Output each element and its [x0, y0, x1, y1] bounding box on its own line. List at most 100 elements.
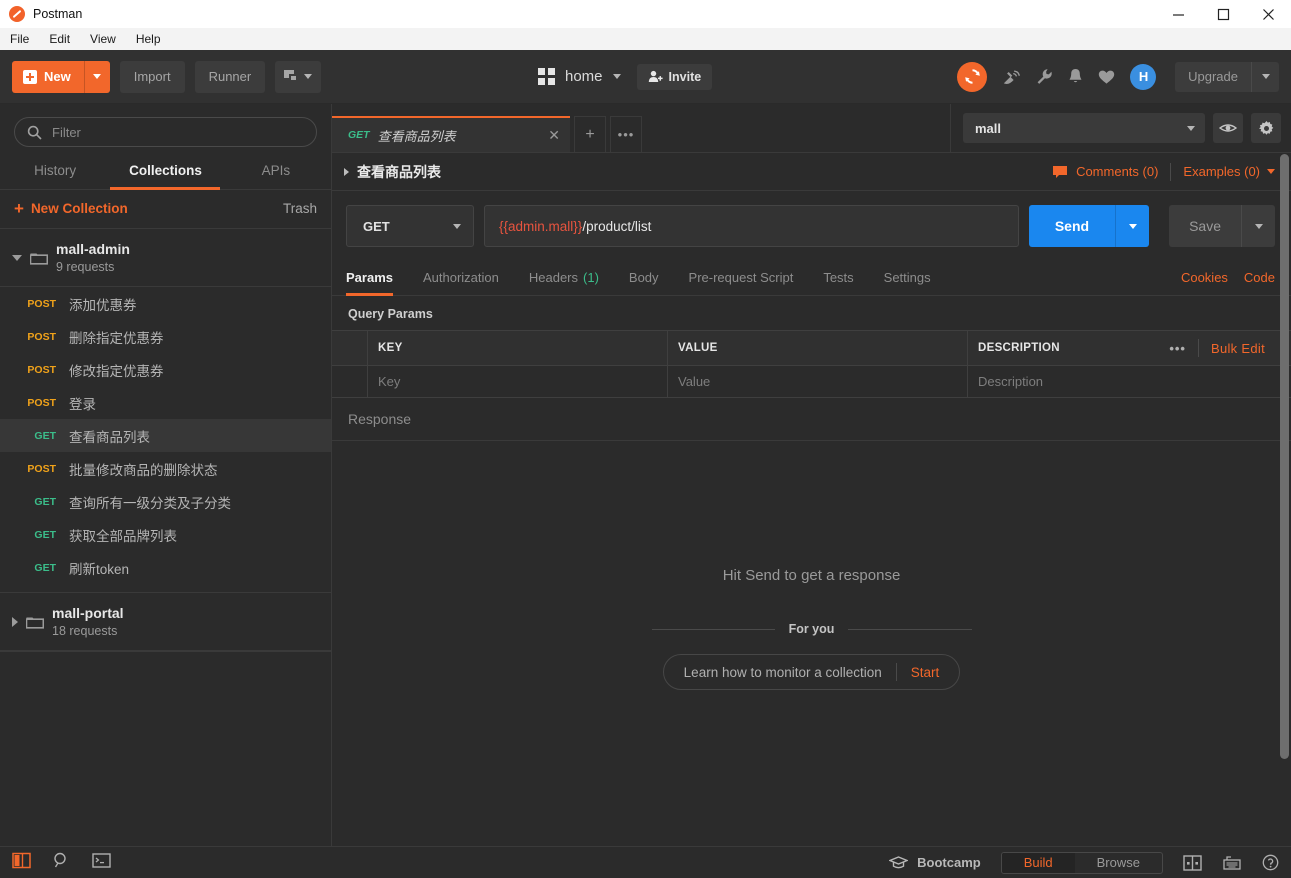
list-item[interactable]: POST 修改指定优惠券 — [0, 353, 331, 386]
send-dropdown[interactable] — [1115, 205, 1150, 247]
list-item[interactable]: POST 登录 — [0, 386, 331, 419]
menu-file[interactable]: File — [8, 31, 31, 47]
divider — [1197, 339, 1199, 357]
environment-selector[interactable]: mall — [963, 113, 1205, 143]
tab-label: 查看商品列表 — [377, 128, 456, 144]
collection-header-mall-portal[interactable]: mall-portal 18 requests — [0, 592, 331, 651]
workspace-label[interactable]: home — [565, 68, 603, 85]
plus-icon[interactable]: + — [574, 116, 606, 152]
ellipsis-icon[interactable]: ••• — [610, 116, 642, 152]
request-list-mall-admin: POST 添加优惠券 POST 删除指定优惠券 POST 修改指定优惠券 POS… — [0, 287, 331, 584]
value-input[interactable]: Value — [668, 366, 968, 397]
heart-icon[interactable] — [1098, 69, 1115, 85]
avatar[interactable]: H — [1130, 63, 1157, 90]
close-icon[interactable]: ✕ — [548, 127, 560, 144]
menu-view[interactable]: View — [88, 31, 118, 47]
list-item[interactable]: POST 批量修改商品的删除状态 — [0, 452, 331, 485]
new-window-button[interactable] — [275, 60, 322, 93]
scrollbar-thumb[interactable] — [1280, 154, 1289, 759]
request-tab-active[interactable]: GET 查看商品列表 ✕ — [332, 116, 570, 152]
build-tab[interactable]: Build — [1001, 852, 1075, 873]
tab-headers[interactable]: Headers (1) — [529, 260, 599, 295]
environment-quick-look-button[interactable] — [1213, 113, 1243, 143]
chevron-down-icon — [304, 74, 313, 79]
vertical-scrollbar[interactable] — [1280, 154, 1289, 844]
invite-button[interactable]: Invite — [636, 63, 713, 90]
chevron-down-icon[interactable] — [612, 74, 621, 79]
description-input[interactable]: Description — [968, 366, 1291, 397]
chevron-down-icon — [93, 74, 102, 79]
save-dropdown[interactable] — [1241, 205, 1275, 247]
search-icon[interactable] — [53, 852, 70, 874]
cookies-link[interactable]: Cookies — [1181, 270, 1228, 285]
column-header-value: VALUE — [668, 331, 968, 365]
collection-header-mall-admin[interactable]: mall-admin 9 requests — [0, 229, 331, 287]
tab-tests[interactable]: Tests — [823, 260, 853, 295]
two-pane-icon[interactable] — [1183, 854, 1202, 871]
bell-icon[interactable] — [1068, 68, 1083, 85]
chevron-down-icon[interactable] — [12, 254, 22, 261]
browse-tab[interactable]: Browse — [1075, 853, 1162, 873]
for-you-label: For you — [788, 622, 835, 636]
satellite-dish-icon[interactable] — [1002, 68, 1021, 85]
sidebar-tab-apis[interactable]: APIs — [221, 157, 331, 189]
workspace-selector-group: home Invite — [538, 63, 713, 90]
help-icon[interactable] — [1262, 854, 1279, 871]
import-button[interactable]: Import — [119, 60, 185, 93]
method-selector[interactable]: GET — [346, 205, 474, 247]
tab-settings[interactable]: Settings — [884, 260, 931, 295]
console-icon[interactable] — [92, 852, 111, 873]
row-checkbox-cell[interactable] — [332, 366, 368, 397]
close-icon[interactable] — [1246, 0, 1291, 28]
list-item[interactable]: POST 删除指定优惠券 — [0, 320, 331, 353]
minimize-icon[interactable] — [1156, 0, 1201, 28]
url-input[interactable]: {{admin.mall}}/product/list — [484, 205, 1019, 247]
sync-icon[interactable] — [957, 61, 988, 92]
new-collection-button[interactable]: + New Collection — [14, 200, 128, 217]
bulk-edit-link[interactable]: Bulk Edit — [1211, 341, 1265, 356]
request-meta-actions: Comments (0) Examples (0) — [1052, 162, 1275, 181]
menu-help[interactable]: Help — [134, 31, 163, 47]
bootcamp-button[interactable]: Bootcamp — [889, 855, 981, 870]
send-button[interactable]: Send — [1028, 205, 1116, 247]
tab-authorization[interactable]: Authorization — [423, 260, 499, 295]
settings-button[interactable] — [1251, 113, 1281, 143]
sidebar-tab-history[interactable]: History — [0, 157, 110, 189]
request-tabs-right: Cookies Code — [1181, 270, 1275, 285]
tab-pre-request-script[interactable]: Pre-request Script — [689, 260, 794, 295]
learn-monitor-card[interactable]: Learn how to monitor a collection Start — [662, 654, 961, 690]
list-item-selected[interactable]: GET 查看商品列表 — [0, 419, 331, 452]
sidebar-tab-collections[interactable]: Collections — [110, 157, 220, 189]
ellipsis-icon[interactable]: ••• — [1169, 341, 1186, 356]
tab-label: Authorization — [422, 270, 499, 285]
start-link[interactable]: Start — [897, 665, 954, 680]
upgrade-button[interactable]: Upgrade — [1175, 61, 1279, 92]
comments-button[interactable]: Comments (0) — [1052, 164, 1158, 179]
chevron-down-icon — [1267, 169, 1275, 174]
tab-params[interactable]: Params — [346, 260, 393, 296]
list-item[interactable]: GET 刷新token — [0, 551, 331, 584]
code-link[interactable]: Code — [1244, 270, 1275, 285]
save-button[interactable]: Save — [1169, 205, 1241, 247]
upgrade-dropdown[interactable] — [1251, 61, 1279, 92]
sidebar-toggle-icon[interactable] — [12, 852, 31, 874]
new-button[interactable]: New — [12, 60, 110, 93]
trash-button[interactable]: Trash — [283, 201, 317, 216]
keyboard-icon[interactable] — [1222, 855, 1242, 871]
tab-body[interactable]: Body — [629, 260, 659, 295]
list-item[interactable]: GET 获取全部品牌列表 — [0, 518, 331, 551]
key-input[interactable]: Key — [368, 366, 668, 397]
search-input[interactable]: Filter — [14, 117, 317, 147]
select-all-cell[interactable] — [332, 331, 368, 365]
chevron-right-icon[interactable] — [12, 616, 18, 627]
list-item[interactable]: POST 添加优惠券 — [0, 287, 331, 320]
menu-edit[interactable]: Edit — [47, 31, 72, 47]
runner-button[interactable]: Runner — [194, 60, 266, 93]
new-button-dropdown[interactable] — [83, 60, 110, 93]
wrench-icon[interactable] — [1036, 68, 1053, 85]
maximize-icon[interactable] — [1201, 0, 1246, 28]
examples-label: Examples (0) — [1183, 164, 1260, 179]
chevron-right-icon[interactable] — [344, 167, 349, 176]
list-item[interactable]: GET 查询所有一级分类及子分类 — [0, 485, 331, 518]
examples-button[interactable]: Examples (0) — [1183, 164, 1275, 179]
